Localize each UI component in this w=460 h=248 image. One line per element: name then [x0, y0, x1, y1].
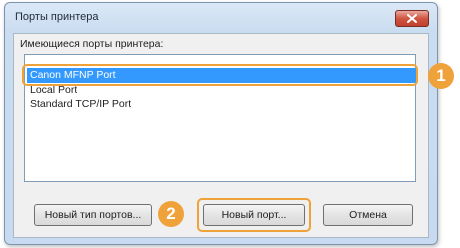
port-item-standard-tcpip[interactable]: Standard TCP/IP Port — [27, 97, 131, 112]
close-icon — [407, 14, 417, 23]
dialog-title: Порты принтера — [15, 11, 99, 23]
cancel-button[interactable]: Отмена — [323, 204, 413, 226]
ports-list-label: Имеющиеся порты принтера: — [20, 38, 164, 50]
step-callout-2: 2 — [158, 201, 184, 227]
step-callout-1: 1 — [428, 63, 454, 89]
selection-highlight-frame — [22, 64, 418, 86]
title-bar[interactable]: Порты принтера — [5, 3, 437, 31]
new-port-button[interactable]: Новый порт... — [203, 204, 305, 226]
close-button[interactable] — [395, 10, 429, 27]
new-port-type-button[interactable]: Новый тип портов... — [34, 204, 152, 226]
